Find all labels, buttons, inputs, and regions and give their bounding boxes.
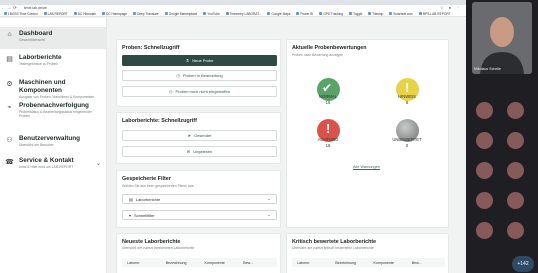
all-warnings-link[interactable]: Alle Warnungen xyxy=(353,165,380,169)
bookmarks-bar: LBOSS Time Control LAB REPORT DC Homelab… xyxy=(0,11,466,17)
bookmark-item[interactable]: Power BI xyxy=(296,12,313,16)
participant-avatar[interactable] xyxy=(476,132,493,149)
bookmark-item[interactable]: Toggle xyxy=(349,12,362,16)
proben-quick-access-card: Proben: Schnellzugriff ⚗ Neue Probe ◷ Pr… xyxy=(116,39,281,107)
bookmark-item[interactable]: YouTube xyxy=(203,12,220,16)
column-header[interactable]: Bew... xyxy=(238,261,277,265)
rating-label: HINWEIS xyxy=(398,94,416,99)
participant-video xyxy=(472,2,532,74)
sidebar-item-benutzerverwaltung[interactable]: ⚇ Benutzerverwaltung Übersicht der Benut… xyxy=(0,135,107,149)
participant-avatar[interactable] xyxy=(476,102,493,119)
filter-select-reports[interactable]: ▤ Laborberichte ⌄ xyxy=(122,194,277,204)
chevron-down-icon: ⌄ xyxy=(267,196,271,201)
participant-avatar[interactable] xyxy=(507,132,524,149)
participant-silhouette xyxy=(472,2,532,74)
chevron-down-icon: ⌄ xyxy=(267,212,271,217)
column-header[interactable]: Labornr. xyxy=(122,261,161,265)
document-icon: ▤ xyxy=(129,196,133,202)
sent-reports-button[interactable]: ➤ Gesendet xyxy=(122,130,277,141)
sidebar-item-probennachverfolgung[interactable]: ⌁ Probennachverfolgung Probenstatus & Be… xyxy=(0,102,107,126)
bookmark-item[interactable]: LBOSS Time Control xyxy=(4,12,38,16)
bookmark-item[interactable]: Google Maps xyxy=(267,12,290,16)
bookmark-item[interactable]: BPS-LAB REPORT xyxy=(418,12,451,16)
bookmark-item[interactable]: Solarbutt.com xyxy=(389,12,413,16)
card-subtitle: Übersicht der zuletzt berechneten Laborb… xyxy=(122,246,195,250)
sidebar: ⌂ Dashboard Gesamtübersicht ▤ Laborberic… xyxy=(0,18,107,273)
bookmark-item[interactable]: DC Homelab xyxy=(73,12,96,16)
bookmark-item[interactable]: GPS Tracking xyxy=(319,12,343,16)
sidebar-item-laborberichte[interactable]: ▤ Laborberichte Testergebnisse zu Proben xyxy=(0,54,107,72)
latest-reports-card: Neueste Laborberichte Übersicht der zule… xyxy=(116,233,281,273)
home-icon: ⌂ xyxy=(7,31,12,38)
unread-reports-button[interactable]: ✉ Ungelesen xyxy=(122,146,277,157)
column-header[interactable]: Bezeichnung xyxy=(161,261,200,265)
rating-count: 16 xyxy=(325,143,331,148)
sidebar-item-maschinen[interactable]: ⚙ Maschinen und Komponenten Ausgabe von … xyxy=(0,79,107,101)
participant-avatar[interactable] xyxy=(507,192,524,209)
card-subtitle: Wählen Sie aus Ihren gespeicherten Filte… xyxy=(122,184,194,188)
card-subtitle: Proben nach Bewertung anzeigen xyxy=(292,53,344,57)
users-icon: ⚇ xyxy=(6,136,13,144)
warning-icon: ! xyxy=(326,121,331,136)
card-title: Gespeicherte Filter xyxy=(122,176,171,182)
bookmark-item[interactable]: Tilesnip xyxy=(368,12,383,16)
table-header: Labornr. Bezeichnung Komponente Bew... xyxy=(122,258,277,267)
send-icon: ➤ xyxy=(187,133,191,138)
bookmark-item[interactable]: Deep Translate xyxy=(133,12,159,16)
machine-icon: ⚙ xyxy=(6,80,13,88)
bookmark-item[interactable]: Telemetry LABORAT... xyxy=(225,12,261,16)
column-header[interactable]: Komponente xyxy=(200,261,239,265)
saved-filters-card: Gespeicherte Filter Wählen Sie aus Ihren… xyxy=(116,170,281,228)
participant-avatar[interactable] xyxy=(476,222,493,239)
card-title: Kritisch bewertete Laborberichte xyxy=(292,239,377,245)
column-header[interactable]: Labornr. xyxy=(292,261,330,265)
participant-avatar[interactable] xyxy=(476,192,493,209)
participant-avatar[interactable] xyxy=(507,162,524,179)
bookmark-item[interactable]: Google Marketplace xyxy=(164,12,197,16)
exclamation-icon: ! xyxy=(405,80,410,95)
card-title: Neueste Laborberichte xyxy=(122,239,181,245)
card-title: Proben: Schnellzugriff xyxy=(122,45,180,51)
rating-count: 16 xyxy=(325,100,331,105)
new-sample-button[interactable]: ⚗ Neue Probe xyxy=(122,55,277,66)
flask-icon: ⚗ xyxy=(185,58,190,63)
filter-icon: ▾ xyxy=(129,212,132,218)
sidebar-item-dashboard[interactable]: ⌂ Dashboard Gesamtübersicht xyxy=(0,27,107,49)
column-header[interactable]: Komponente xyxy=(369,261,407,265)
check-icon: ✔ xyxy=(322,81,333,95)
rating-label: NORMAL xyxy=(319,94,337,99)
tracking-icon: ⌁ xyxy=(7,103,12,111)
participant-avatar[interactable] xyxy=(507,222,524,239)
bookmark-item[interactable]: LAB REPORT xyxy=(43,12,68,16)
truck-icon: ◷ xyxy=(169,89,173,94)
document-icon: ▤ xyxy=(6,55,13,63)
participant-avatar[interactable] xyxy=(476,162,493,179)
card-subtitle: Übersicht der zuletzt kritisch bewertete… xyxy=(292,246,374,250)
browser-window: ← → ⟳ fenix.lab.de/de ☆ ● ⋮ LBOSS Time C… xyxy=(0,0,466,273)
participant-avatar[interactable] xyxy=(507,102,524,119)
ratings-card: Aktuelle Probenbewertungen Proben nach B… xyxy=(286,39,449,228)
filter-select-quick[interactable]: ▾ Schnellfilter ⌄ xyxy=(122,210,277,220)
table-header: Labornr. Bezeichnung Komponente Bew... xyxy=(292,258,445,267)
critical-reports-card: Kritisch bewertete Laborberichte Übersic… xyxy=(286,233,449,273)
more-participants-button[interactable]: +142 xyxy=(512,256,534,272)
bookmark-item[interactable]: DC Homepage xyxy=(101,12,127,16)
mail-icon: ✉ xyxy=(186,149,191,154)
card-title: Laborberichte: Schnellzugriff xyxy=(122,118,197,124)
clock-icon: ◷ xyxy=(176,73,180,78)
rating-count: 8 xyxy=(405,100,409,105)
samples-in-progress-button[interactable]: ◷ Proben in Bearbeitung xyxy=(122,70,277,81)
chevron-down-icon[interactable]: ⌄ xyxy=(96,160,101,167)
sidebar-item-service[interactable]: ☎ Service & Kontakt Infos & Hilfe rund u… xyxy=(0,157,107,177)
rating-label: UNBEWERTET xyxy=(392,137,422,142)
samples-not-arrived-button[interactable]: ◷ Proben noch nicht eingetroffen xyxy=(122,86,277,97)
reports-quick-access-card: Laborberichte: Schnellzugriff ➤ Gesendet… xyxy=(116,112,281,164)
column-header[interactable]: Bew... xyxy=(407,261,445,265)
service-icon: ☎ xyxy=(5,158,14,166)
participant-name: Mikolaus Schelle xyxy=(474,67,501,71)
rating-count: 0 xyxy=(405,143,409,148)
rating-label: ACHTUNG xyxy=(317,137,339,142)
column-header[interactable]: Bezeichnung xyxy=(330,261,368,265)
card-title: Aktuelle Probenbewertungen xyxy=(292,45,367,51)
